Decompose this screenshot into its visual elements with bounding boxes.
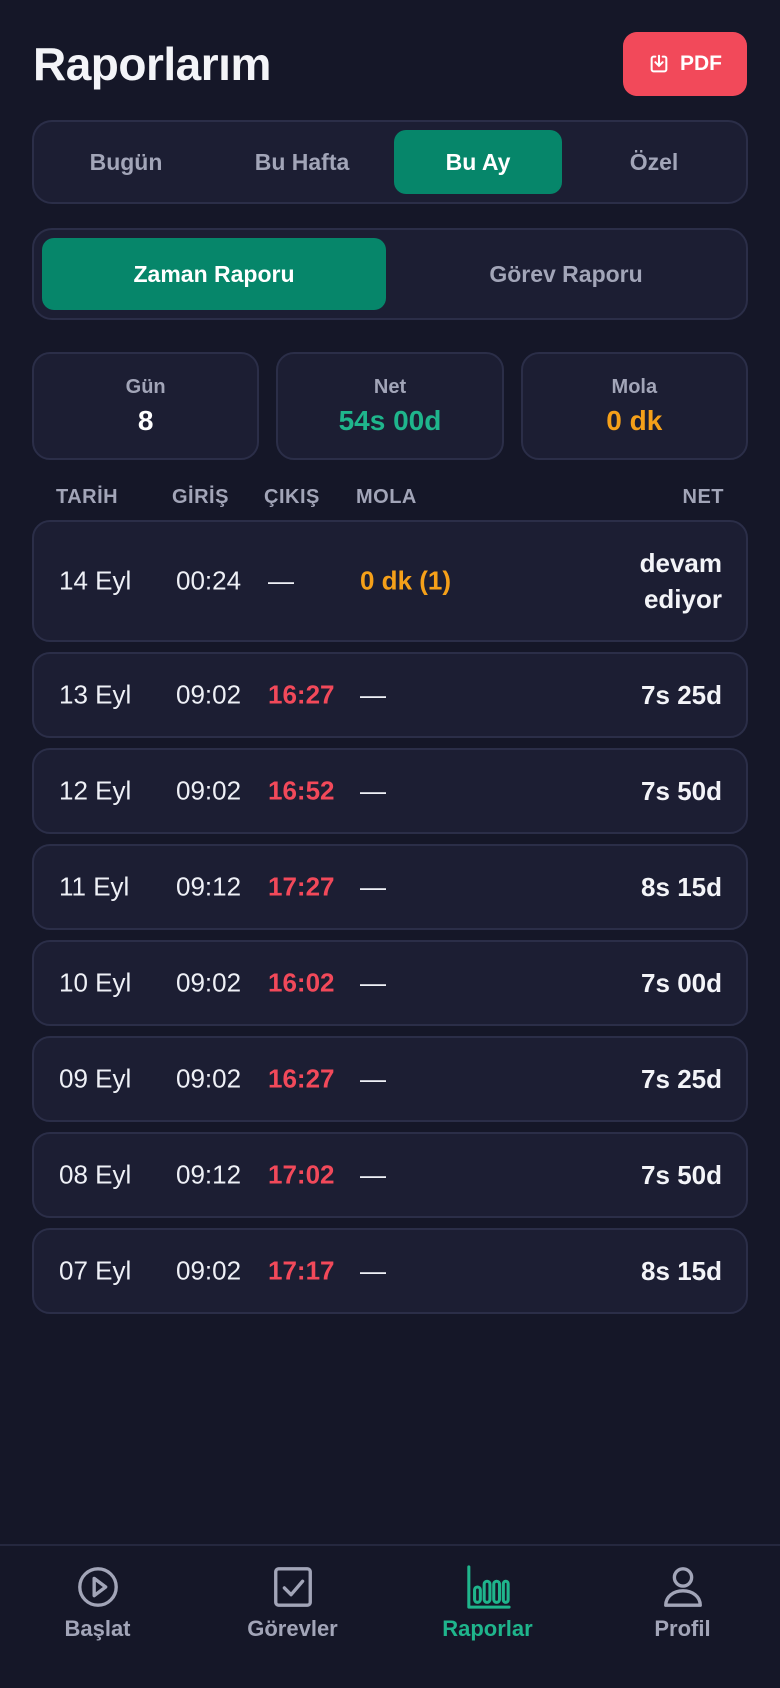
table-row[interactable]: 12 Eyl 09:02 16:52 — 7s 50d bbox=[32, 748, 748, 834]
nav-reports-label: Raporlar bbox=[442, 1616, 533, 1641]
stat-days-label: Gün bbox=[125, 375, 166, 398]
row-check-out: — bbox=[268, 565, 294, 596]
nav-tasks[interactable]: Görevler bbox=[195, 1546, 390, 1688]
row-break: — bbox=[360, 871, 386, 902]
row-break: — bbox=[360, 775, 386, 806]
table-row[interactable]: 11 Eyl 09:12 17:27 — 8s 15d bbox=[32, 844, 748, 930]
row-check-in: 09:12 bbox=[176, 871, 242, 902]
row-net-line2: ediyor bbox=[643, 584, 722, 614]
table-header: TARİH GİRİŞ ÇIKIŞ MOLA NET bbox=[32, 484, 748, 514]
tab-time-report[interactable]: Zaman Raporu bbox=[42, 238, 386, 310]
table-row[interactable]: 09 Eyl 09:02 16:27 — 7s 25d bbox=[32, 1036, 748, 1122]
row-date: 12 Eyl bbox=[59, 775, 132, 806]
row-check-out: 16:02 bbox=[268, 967, 335, 998]
nav-profile-label: Profil bbox=[654, 1616, 711, 1641]
stat-days-value: 8 bbox=[137, 404, 154, 436]
stat-break: Mola 0 dk bbox=[520, 352, 748, 460]
row-net-line1: devam bbox=[639, 548, 722, 578]
row-check-out: 17:17 bbox=[268, 1255, 335, 1286]
row-break: — bbox=[360, 1255, 386, 1286]
row-net: 7s 25d bbox=[641, 680, 722, 710]
row-break: — bbox=[360, 1159, 386, 1190]
nav-reports[interactable]: Raporlar bbox=[390, 1546, 585, 1688]
table-row[interactable]: 14 Eyl 00:24 — 0 dk (1) devam ediyor bbox=[32, 520, 748, 642]
row-net: 7s 25d bbox=[641, 1064, 722, 1094]
bottom-nav: Başlat Görevler Raporlar Profil bbox=[0, 1544, 780, 1688]
row-check-out: 17:27 bbox=[268, 871, 335, 902]
row-break: 0 dk (1) bbox=[360, 565, 452, 596]
tab-this-week[interactable]: Bu Hafta bbox=[218, 130, 386, 194]
header-date: TARİH bbox=[56, 486, 119, 508]
row-check-in: 09:12 bbox=[176, 1159, 242, 1190]
summary-stats: Gün 8 Net 54s 00d Mola 0 dk bbox=[32, 352, 748, 460]
row-date: 10 Eyl bbox=[59, 967, 132, 998]
nav-start-label: Başlat bbox=[64, 1616, 131, 1641]
tab-task-report[interactable]: Görev Raporu bbox=[394, 238, 738, 310]
play-circle-icon bbox=[77, 1567, 118, 1607]
row-net: 8s 15d bbox=[641, 872, 722, 902]
row-check-in: 09:02 bbox=[176, 1255, 242, 1286]
tab-custom[interactable]: Özel bbox=[570, 130, 738, 194]
checkbox-icon bbox=[273, 1567, 312, 1607]
stat-days: Gün 8 bbox=[32, 352, 260, 460]
row-net: devam ediyor bbox=[640, 545, 722, 617]
nav-profile[interactable]: Profil bbox=[585, 1546, 780, 1688]
row-date: 09 Eyl bbox=[59, 1063, 132, 1094]
header: Raporlarım PDF bbox=[33, 32, 747, 96]
pdf-export-label: PDF bbox=[680, 52, 722, 75]
stat-break-label: Mola bbox=[611, 375, 658, 398]
header-in: GİRİŞ bbox=[172, 486, 229, 508]
nav-start[interactable]: Başlat bbox=[0, 1546, 195, 1688]
stat-net: Net 54s 00d bbox=[276, 352, 504, 460]
stat-net-label: Net bbox=[373, 375, 407, 398]
report-type-tabs: Zaman Raporu Görev Raporu bbox=[32, 228, 748, 320]
nav-tasks-label: Görevler bbox=[247, 1616, 338, 1641]
time-report-list: 14 Eyl 00:24 — 0 dk (1) devam ediyor 13 … bbox=[32, 520, 748, 1324]
row-check-in: 09:02 bbox=[176, 1063, 242, 1094]
header-out: ÇIKIŞ bbox=[264, 486, 320, 508]
user-icon bbox=[663, 1567, 702, 1607]
tab-today[interactable]: Bugün bbox=[42, 130, 210, 194]
row-check-in: 09:02 bbox=[176, 679, 242, 710]
table-row[interactable]: 10 Eyl 09:02 16:02 — 7s 00d bbox=[32, 940, 748, 1026]
tab-this-month[interactable]: Bu Ay bbox=[394, 130, 562, 194]
table-row[interactable]: 13 Eyl 09:02 16:27 — 7s 25d bbox=[32, 652, 748, 738]
page-title: Raporlarım bbox=[33, 38, 271, 90]
stat-net-value: 54s 00d bbox=[338, 404, 442, 436]
bar-chart-icon bbox=[466, 1565, 511, 1609]
row-check-in: 00:24 bbox=[176, 565, 242, 596]
download-icon bbox=[650, 54, 668, 73]
row-check-in: 09:02 bbox=[176, 775, 242, 806]
row-check-out: 16:52 bbox=[268, 775, 335, 806]
row-break: — bbox=[360, 1063, 386, 1094]
row-date: 14 Eyl bbox=[59, 565, 132, 596]
row-date: 08 Eyl bbox=[59, 1159, 132, 1190]
row-net: 7s 50d bbox=[641, 776, 722, 806]
row-break: — bbox=[360, 967, 386, 998]
row-net: 8s 15d bbox=[641, 1256, 722, 1286]
stat-break-value: 0 dk bbox=[606, 404, 663, 436]
header-net: NET bbox=[682, 486, 724, 508]
table-row[interactable]: 08 Eyl 09:12 17:02 — 7s 50d bbox=[32, 1132, 748, 1218]
row-date: 07 Eyl bbox=[59, 1255, 132, 1286]
row-check-out: 17:02 bbox=[268, 1159, 335, 1190]
date-range-tabs: Bugün Bu Hafta Bu Ay Özel bbox=[32, 120, 748, 204]
row-check-out: 16:27 bbox=[268, 679, 335, 710]
pdf-export-button[interactable]: PDF bbox=[623, 32, 747, 96]
row-date: 13 Eyl bbox=[59, 679, 132, 710]
table-row[interactable]: 07 Eyl 09:02 17:17 — 8s 15d bbox=[32, 1228, 748, 1314]
row-check-in: 09:02 bbox=[176, 967, 242, 998]
row-check-out: 16:27 bbox=[268, 1063, 335, 1094]
row-net: 7s 50d bbox=[641, 1160, 722, 1190]
header-break: MOLA bbox=[356, 486, 417, 508]
row-net: 7s 00d bbox=[641, 968, 722, 998]
row-break: — bbox=[360, 679, 386, 710]
row-date: 11 Eyl bbox=[59, 871, 130, 902]
